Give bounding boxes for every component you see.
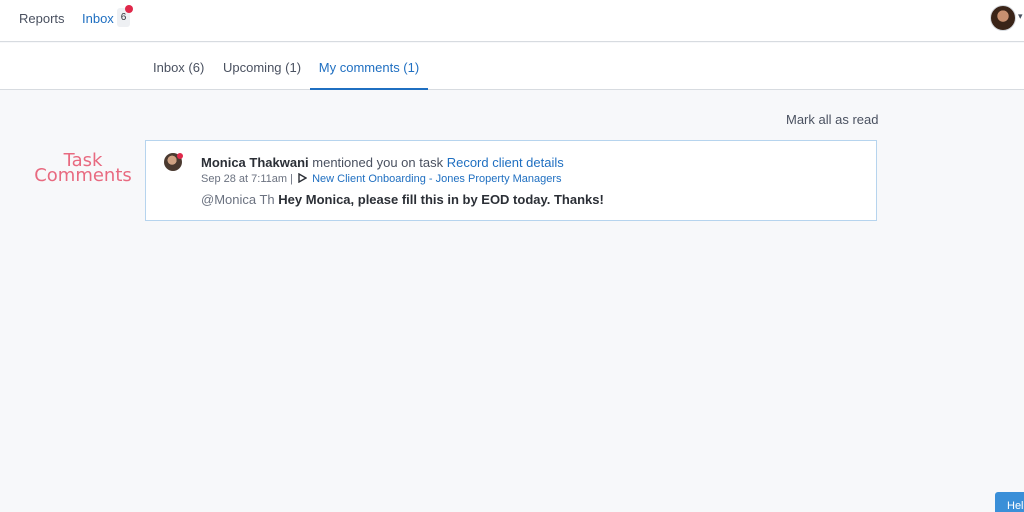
- tab-my-comments[interactable]: My comments (1): [310, 60, 428, 90]
- process-play-icon: [298, 173, 308, 183]
- task-link[interactable]: Record client details: [447, 155, 564, 170]
- tab-bar: Inbox (6) Upcoming (1) My comments (1): [0, 43, 1024, 90]
- annotation-line-2: Comments: [34, 165, 132, 186]
- comment-body: @Monica Th Hey Monica, please fill this …: [201, 192, 604, 207]
- chevron-down-icon[interactable]: ▾: [1018, 11, 1023, 22]
- notification-headline: Monica Thakwani mentioned you on task Re…: [201, 155, 564, 170]
- meta-separator: |: [290, 173, 293, 185]
- notification-meta: Sep 28 at 7:11am | New Client Onboarding…: [201, 173, 562, 185]
- action-text: mentioned you on task: [312, 155, 444, 170]
- user-avatar[interactable]: [990, 5, 1016, 31]
- help-button[interactable]: Help: [995, 492, 1024, 512]
- comment-message: Hey Monica, please fill this in by EOD t…: [278, 192, 604, 207]
- unread-dot-icon: [125, 5, 133, 13]
- notification-card[interactable]: Monica Thakwani mentioned you on task Re…: [145, 140, 877, 221]
- task-comments-annotation: Task Comments: [33, 152, 133, 186]
- nav-reports-link[interactable]: Reports: [19, 11, 65, 26]
- project-link[interactable]: New Client Onboarding - Jones Property M…: [312, 173, 561, 185]
- timestamp: Sep 28 at 7:11am: [201, 173, 288, 185]
- nav-inbox-link[interactable]: Inbox: [82, 11, 114, 26]
- mark-all-read-link[interactable]: Mark all as read: [786, 112, 878, 127]
- tab-inbox[interactable]: Inbox (6): [153, 60, 204, 90]
- author-name: Monica Thakwani: [201, 155, 309, 170]
- mention-tag: @Monica Th: [201, 192, 275, 207]
- unread-dot-icon: [177, 153, 183, 159]
- top-navigation-bar: Reports Inbox 6 ▾: [0, 0, 1024, 42]
- tab-upcoming[interactable]: Upcoming (1): [223, 60, 301, 90]
